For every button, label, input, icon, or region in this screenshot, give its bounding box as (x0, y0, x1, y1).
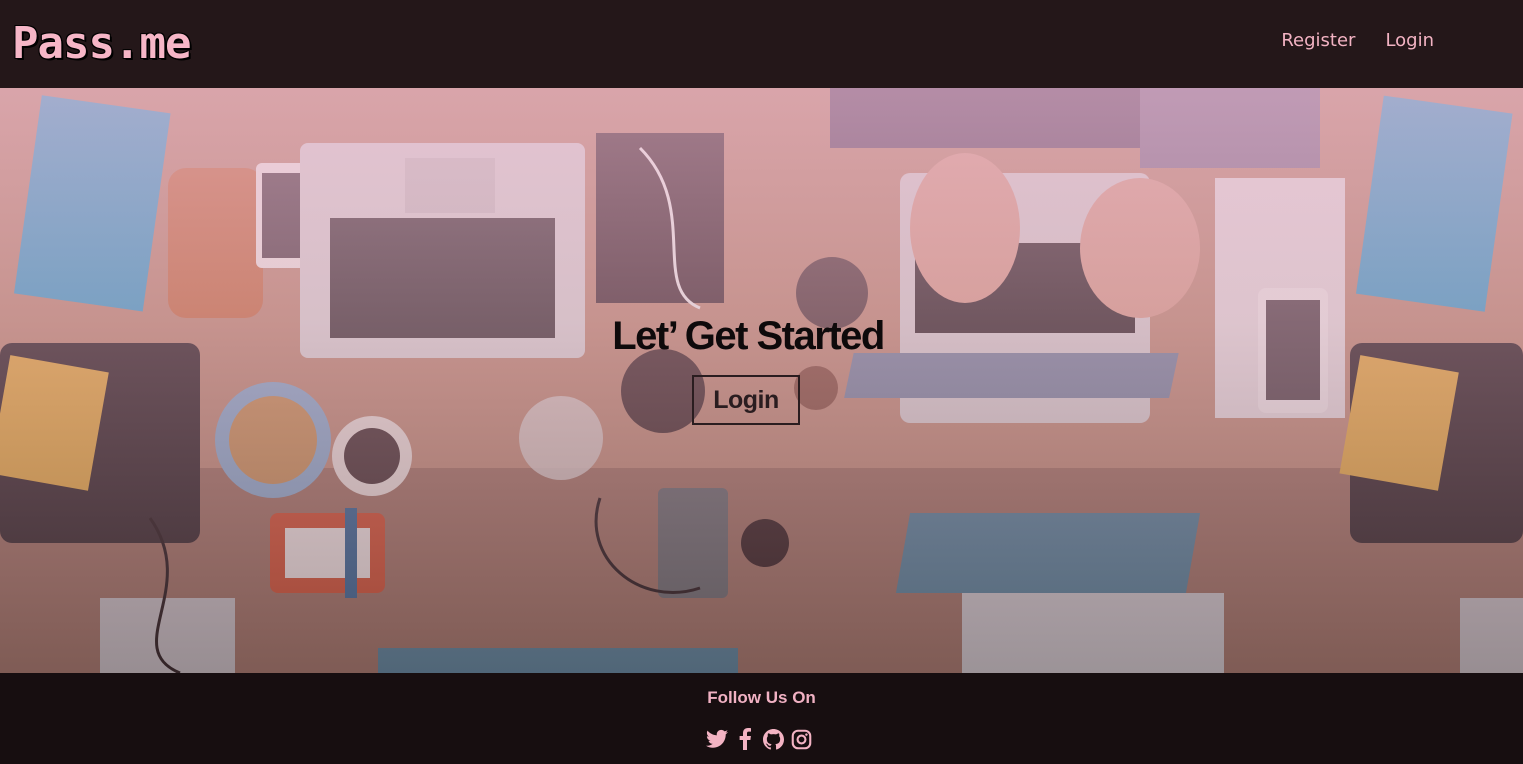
facebook-icon[interactable] (734, 728, 756, 750)
social-links (706, 728, 812, 750)
follow-us-label: Follow Us On (707, 688, 816, 707)
github-icon[interactable] (762, 728, 784, 750)
login-link[interactable]: Login (1385, 28, 1434, 54)
nav-links: Register Login (1281, 28, 1434, 54)
hero-login-button[interactable]: Login (692, 375, 800, 425)
hero-title: Let’ Get Started (612, 314, 885, 358)
top-navbar: Pass.me Register Login (0, 0, 1523, 88)
logo[interactable]: Pass.me (12, 14, 191, 74)
footer: Follow Us On (0, 673, 1523, 764)
page: Pass.me Register Login Let’ Get Started … (0, 0, 1523, 764)
hero-section: Let’ Get Started Login (0, 88, 1523, 673)
hero-content: Let’ Get Started Login (0, 88, 1523, 673)
instagram-icon[interactable] (790, 728, 812, 750)
twitter-icon[interactable] (706, 728, 728, 750)
register-link[interactable]: Register (1281, 28, 1355, 54)
